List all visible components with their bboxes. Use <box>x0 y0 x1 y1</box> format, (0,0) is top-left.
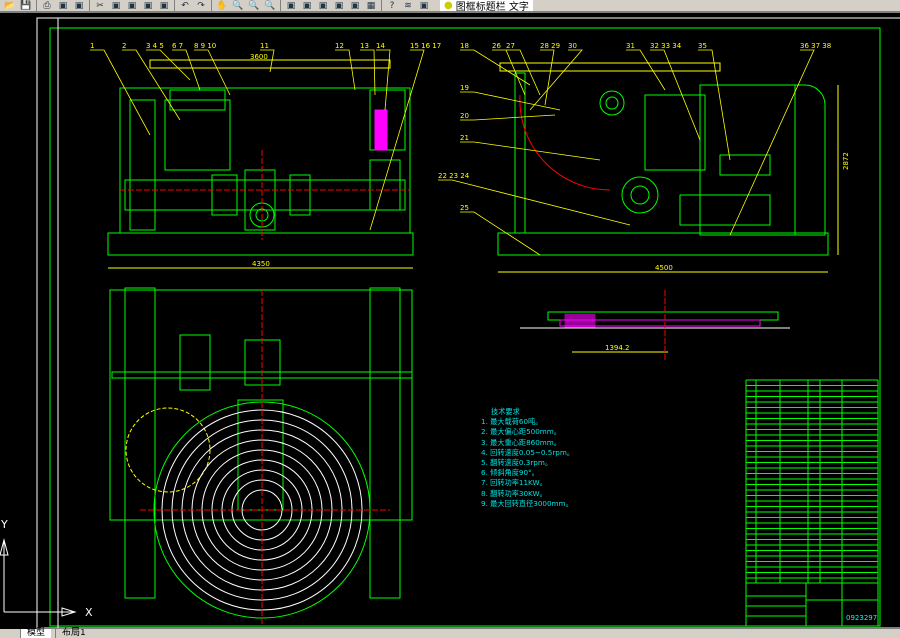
side-view <box>497 62 839 273</box>
technical-requirements: 技术要求 1. 最大载荷60吨。 2. 最大偏心距500mm。 3. 最大重心距86… <box>481 407 574 509</box>
markup-icon[interactable]: ▣ <box>349 1 361 11</box>
leader-line <box>460 141 601 161</box>
layer-dropdown[interactable]: ● 图框标题栏 文字 <box>440 0 533 11</box>
dim-section-width: 1394.2 <box>605 344 630 352</box>
tool-palettes-icon[interactable]: ▣ <box>317 1 329 11</box>
section-view <box>520 290 790 360</box>
part-balloon: 20 <box>460 112 469 120</box>
part-balloon: 36 37 38 <box>800 42 831 50</box>
part-balloon: 30 <box>568 42 577 50</box>
part-balloon: 14 <box>376 42 385 50</box>
part-balloon: 19 <box>460 84 469 92</box>
leader-line <box>146 49 191 81</box>
top-view <box>109 287 413 599</box>
dim-front-bottom: 4350 <box>252 260 270 268</box>
part-balloon: 3 4 5 <box>146 42 164 50</box>
dim-side-height: 2872 <box>842 152 850 170</box>
leader-line <box>460 114 556 121</box>
tech-title: 技术要求 <box>491 407 520 416</box>
drawing-number: 0923297 <box>846 614 877 622</box>
part-balloon: 21 <box>460 134 469 142</box>
dim-front-top: 3600 <box>250 53 268 61</box>
leader-line <box>460 91 561 111</box>
tech-requirement-item: 3. 最大重心距860mm。 <box>481 437 561 447</box>
print-icon[interactable]: ⎙ <box>41 1 53 11</box>
zoom-realtime-icon[interactable]: 🔍 <box>232 1 244 11</box>
cut-icon[interactable]: ✂ <box>94 1 106 11</box>
block-icon[interactable]: ▣ <box>158 1 170 11</box>
part-balloon: 8 9 10 <box>194 42 216 50</box>
tech-requirement-item: 6. 倾斜角度90°。 <box>481 468 539 478</box>
properties-icon[interactable]: ▣ <box>285 1 297 11</box>
part-balloon: 22 23 24 <box>438 172 470 180</box>
parts-list <box>745 379 879 583</box>
part-balloon: 28 29 <box>540 42 560 50</box>
design-center-icon[interactable]: ▣ <box>301 1 313 11</box>
part-balloon: 35 <box>698 42 707 50</box>
part-balloon: 32 33 34 <box>650 42 682 50</box>
leader-line <box>438 179 631 226</box>
part-balloon: 11 <box>260 42 269 50</box>
tech-requirement-item: 4. 回转速度0.05~0.5rpm。 <box>481 447 575 457</box>
part-balloon: 6 7 <box>172 42 183 50</box>
calculator-icon[interactable]: ▦ <box>365 1 377 11</box>
ucs-x-label: X <box>85 606 93 619</box>
layer-manager-icon[interactable]: ≋ <box>402 1 414 11</box>
help-icon[interactable]: ? <box>386 1 398 11</box>
save-icon[interactable]: 💾 <box>20 1 32 11</box>
open-icon[interactable]: 📂 <box>4 1 16 11</box>
leader-line <box>376 49 391 111</box>
standard-toolbar: 📂 💾 ⎙ ▣ ▣ ✂ ▣ ▣ ▣ ▣ ↶ ↷ ✋ 🔍 🔍 🔍 ▣ ▣ ▣ ▣ ▣ ▦? ≋ ▣ ● 图框标题栏 文字 <box>0 0 900 13</box>
layout-tabs: 模型 布局1 <box>0 629 900 638</box>
tech-requirement-item: 5. 翻转速度0.3rpm。 <box>481 458 553 468</box>
leader-line <box>540 49 555 106</box>
outer-frame <box>36 17 900 629</box>
zoom-previous-icon[interactable]: 🔍 <box>264 1 276 11</box>
part-balloon: 26 <box>492 42 501 50</box>
sheet-set-icon[interactable]: ▣ <box>333 1 345 11</box>
tech-requirement-item: 2. 最大偏心距500mm。 <box>481 427 561 437</box>
tech-requirement-item: 9. 最大回转直径3000mm。 <box>481 498 573 508</box>
leader-line <box>698 49 731 161</box>
part-balloon: 13 <box>360 42 369 50</box>
undo-icon[interactable]: ↶ <box>179 1 191 11</box>
leader-line <box>172 49 201 91</box>
part-balloon: 2 <box>122 42 126 50</box>
leader-line <box>460 49 531 86</box>
layer-name: 图框标题栏 文字 <box>455 2 529 13</box>
preview-icon[interactable]: ▣ <box>57 1 69 11</box>
part-balloon: 15 16 17 <box>410 42 441 50</box>
ucs-y-label: Y <box>0 518 8 531</box>
tech-requirement-item: 7. 回转功率11KW。 <box>481 478 547 488</box>
part-balloon: 1 <box>90 42 94 50</box>
front-view <box>107 59 414 269</box>
copy-icon[interactable]: ▣ <box>110 1 122 11</box>
leader-line <box>729 49 815 236</box>
part-balloon: 18 <box>460 42 469 50</box>
tab-layout1[interactable]: 布局1 <box>55 629 92 638</box>
dim-side-bottom: 4500 <box>655 264 673 272</box>
drawing-canvas[interactable]: 123 4 56 78 9 10 11 12 13 14 15 16 17 18 26 27 28… <box>0 15 900 630</box>
part-balloon: 31 <box>626 42 635 50</box>
tab-model[interactable]: 模型 <box>20 629 52 638</box>
leader-line <box>529 49 583 111</box>
part-balloon: 12 <box>335 42 344 50</box>
publish-icon[interactable]: ▣ <box>73 1 85 11</box>
match-properties-icon[interactable]: ▣ <box>142 1 154 11</box>
leader-line <box>335 49 356 91</box>
tech-requirement-item: 8. 翻转功率30KW。 <box>481 488 547 498</box>
tech-requirement-item: 1. 最大载荷60吨。 <box>481 417 543 427</box>
layer-status-icon: ● <box>444 0 453 11</box>
part-balloon: 27 <box>506 42 515 50</box>
pan-icon[interactable]: ✋ <box>216 1 228 11</box>
part-balloon: 25 <box>460 204 469 212</box>
leader-line <box>626 49 666 91</box>
zoom-window-icon[interactable]: 🔍 <box>248 1 260 11</box>
redo-icon[interactable]: ↷ <box>195 1 207 11</box>
layer-state-icon[interactable]: ▣ <box>418 1 430 11</box>
paste-icon[interactable]: ▣ <box>126 1 138 11</box>
